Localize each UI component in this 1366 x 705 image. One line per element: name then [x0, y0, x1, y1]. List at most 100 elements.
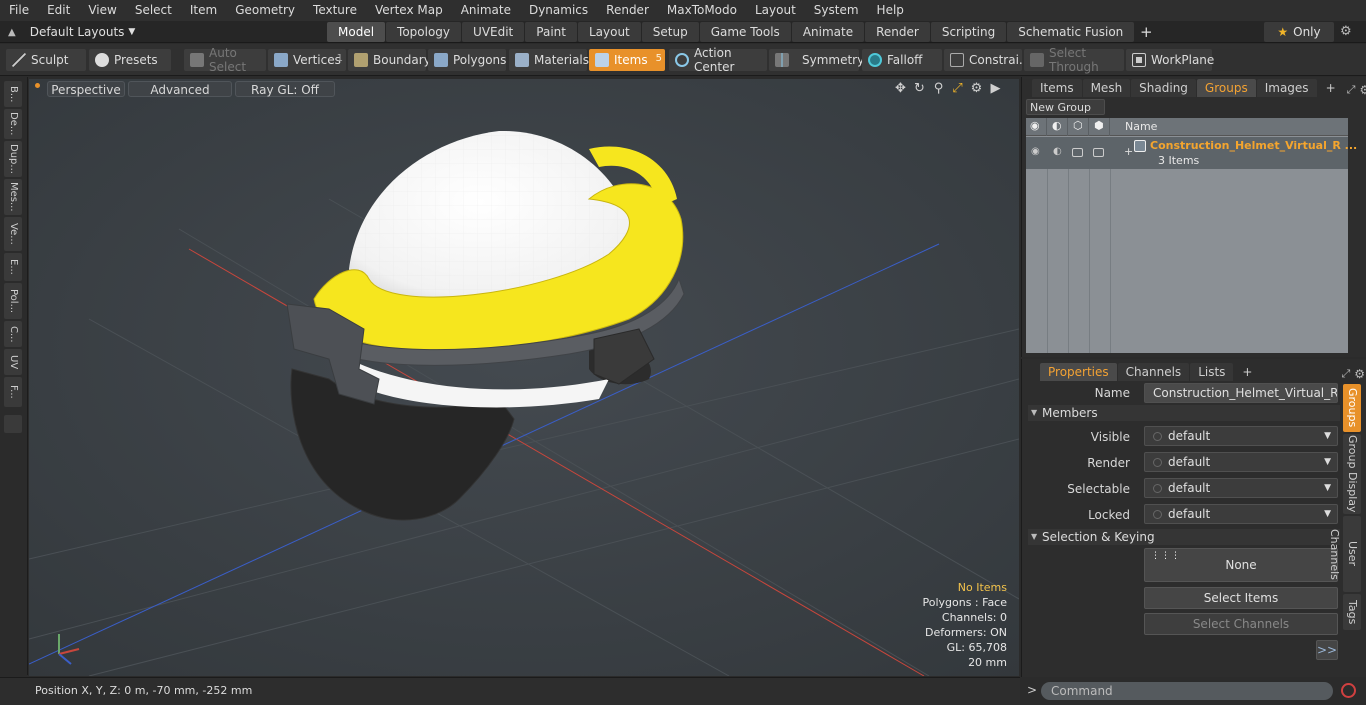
menu-maxtomodo[interactable]: MaxToModo: [658, 0, 746, 21]
tab-properties[interactable]: Properties: [1040, 363, 1117, 381]
locked-dropdown[interactable]: default ▼: [1144, 504, 1338, 524]
vertices-button[interactable]: Vertices 1: [268, 49, 346, 71]
select-channels-button[interactable]: Select Channels: [1144, 613, 1338, 635]
presets-button[interactable]: Presets: [89, 49, 171, 71]
constraints-button[interactable]: Constrai...: [944, 49, 1030, 71]
collapse-icon[interactable]: ▲: [8, 27, 16, 38]
rotate-icon[interactable]: ↻: [910, 81, 929, 97]
name-field[interactable]: Construction_Helmet_Virtual_Reality_: [1144, 383, 1338, 403]
eye-icon[interactable]: ◉: [1031, 146, 1040, 157]
group-row[interactable]: ◉ ◐ + Construction_Helmet_Virtual_R ... …: [1026, 137, 1357, 169]
left-tab-deform[interactable]: De...: [4, 109, 22, 139]
command-input[interactable]: Command: [1041, 682, 1333, 700]
left-tab-curve[interactable]: C...: [4, 321, 22, 347]
add-tab-icon[interactable]: +: [1318, 79, 1344, 97]
gear-icon[interactable]: ⚙: [1340, 24, 1356, 40]
expand-icon[interactable]: ⤢: [1347, 83, 1356, 97]
falloff-button[interactable]: Falloff: [862, 49, 942, 71]
tab-layout[interactable]: Layout: [577, 22, 641, 42]
members-section[interactable]: ▼ Members: [1028, 405, 1340, 421]
selectable-dropdown[interactable]: default ▼: [1144, 478, 1338, 498]
left-tab-edge[interactable]: E...: [4, 253, 22, 281]
items-button[interactable]: Items 5: [589, 49, 665, 71]
tab-channels[interactable]: Channels: [1117, 363, 1190, 381]
select-items-button[interactable]: Select Items: [1144, 587, 1338, 609]
expand-icon[interactable]: ⤢: [1341, 367, 1350, 381]
select-column[interactable]: ⬡: [1068, 118, 1089, 136]
tab-schematic-fusion[interactable]: Schematic Fusion: [1007, 22, 1135, 42]
record-icon[interactable]: [1341, 683, 1356, 698]
tab-render[interactable]: Render: [865, 22, 930, 42]
zoom-icon[interactable]: ⚲: [929, 81, 948, 97]
expand-button[interactable]: >>: [1316, 640, 1338, 660]
menu-geometry[interactable]: Geometry: [226, 0, 304, 21]
play-icon[interactable]: ▶: [986, 81, 1005, 97]
left-strip-toggle[interactable]: [4, 415, 22, 433]
tab-groups[interactable]: Groups: [1196, 79, 1256, 97]
menu-item[interactable]: Item: [181, 0, 226, 21]
menu-file[interactable]: File: [0, 0, 38, 21]
tab-animate[interactable]: Animate: [791, 22, 865, 42]
workplane-button[interactable]: WorkPlane: [1126, 49, 1214, 71]
menu-vertex-map[interactable]: Vertex Map: [366, 0, 452, 21]
maximize-icon[interactable]: ⤢: [948, 81, 967, 97]
perspective-button[interactable]: Perspective: [47, 81, 125, 97]
side-tab-tags[interactable]: Tags: [1343, 594, 1361, 630]
left-tab-b[interactable]: B...: [4, 81, 22, 107]
new-group-button[interactable]: New Group: [1026, 99, 1105, 115]
lock-checkbox[interactable]: [1093, 148, 1104, 157]
left-tab-mesh[interactable]: Mes...: [4, 179, 22, 215]
select-through-button[interactable]: Select Through: [1024, 46, 1124, 74]
gear-icon[interactable]: ⚙: [967, 81, 986, 97]
side-tab-groups[interactable]: Groups: [1343, 384, 1361, 432]
tab-uvedit[interactable]: UVEdit: [462, 22, 525, 42]
tab-topology[interactable]: Topology: [386, 22, 462, 42]
tab-mesh[interactable]: Mesh ...: [1082, 79, 1131, 113]
gear-icon[interactable]: ⚙: [1354, 367, 1365, 381]
sculpt-button[interactable]: Sculpt: [6, 49, 86, 71]
tab-items[interactable]: Items: [1032, 79, 1082, 97]
boundary-button[interactable]: Boundary: [348, 49, 431, 71]
menu-select[interactable]: Select: [126, 0, 181, 21]
menu-system[interactable]: System: [805, 0, 868, 21]
advanced-button[interactable]: Advanced: [128, 81, 232, 97]
lock-column[interactable]: ⬢: [1089, 118, 1110, 136]
move-icon[interactable]: ✥: [891, 81, 910, 97]
gear-icon[interactable]: ⚙: [1359, 83, 1366, 97]
tab-setup[interactable]: Setup: [641, 22, 699, 42]
render-column[interactable]: ◐: [1047, 118, 1068, 136]
tab-images[interactable]: Images: [1256, 79, 1317, 97]
none-button[interactable]: ⋮⋮⋮ None: [1144, 548, 1338, 582]
polygons-button[interactable]: Polygons: [428, 49, 506, 71]
symmetry-button[interactable]: Symmetry: [769, 49, 864, 71]
visible-dropdown[interactable]: default ▼: [1144, 426, 1338, 446]
expand-plus-icon[interactable]: +: [1124, 145, 1133, 158]
select-checkbox[interactable]: [1072, 148, 1083, 157]
action-center-button[interactable]: Action Center: [669, 46, 767, 74]
left-tab-vertex[interactable]: Ve...: [4, 217, 22, 251]
tab-model[interactable]: Model: [327, 22, 386, 42]
selection-keying-section[interactable]: ▼ Selection & Keying: [1028, 529, 1340, 545]
auto-select-button[interactable]: Auto Select: [184, 46, 266, 74]
menu-dynamics[interactable]: Dynamics: [520, 0, 597, 21]
viewport-menu-dot[interactable]: [35, 83, 40, 88]
left-tab-polygon[interactable]: Pol...: [4, 283, 22, 319]
tab-shading[interactable]: Shading: [1131, 79, 1196, 97]
render-icon[interactable]: ◐: [1053, 146, 1062, 157]
left-tab-duplicate[interactable]: Dup...: [4, 141, 22, 177]
menu-animate[interactable]: Animate: [452, 0, 520, 21]
left-tab-uv[interactable]: UV: [4, 349, 22, 375]
side-tab-group-display[interactable]: Group Display: [1343, 434, 1361, 514]
visibility-column[interactable]: ◉: [1026, 118, 1047, 136]
tab-game-tools[interactable]: Game Tools: [699, 22, 791, 42]
menu-edit[interactable]: Edit: [38, 0, 79, 21]
menu-texture[interactable]: Texture: [304, 0, 366, 21]
side-tab-user-channels[interactable]: User Channels: [1328, 516, 1361, 592]
render-dropdown[interactable]: default ▼: [1144, 452, 1338, 472]
materials-button[interactable]: Materials: [509, 49, 589, 71]
tab-paint[interactable]: Paint: [525, 22, 577, 42]
menu-render[interactable]: Render: [597, 0, 658, 21]
tab-lists[interactable]: Lists: [1190, 363, 1234, 381]
3d-viewport[interactable]: Perspective Advanced Ray GL: Off ✥ ↻ ⚲ ⤢…: [29, 79, 1019, 676]
tab-scripting[interactable]: Scripting: [930, 22, 1007, 42]
